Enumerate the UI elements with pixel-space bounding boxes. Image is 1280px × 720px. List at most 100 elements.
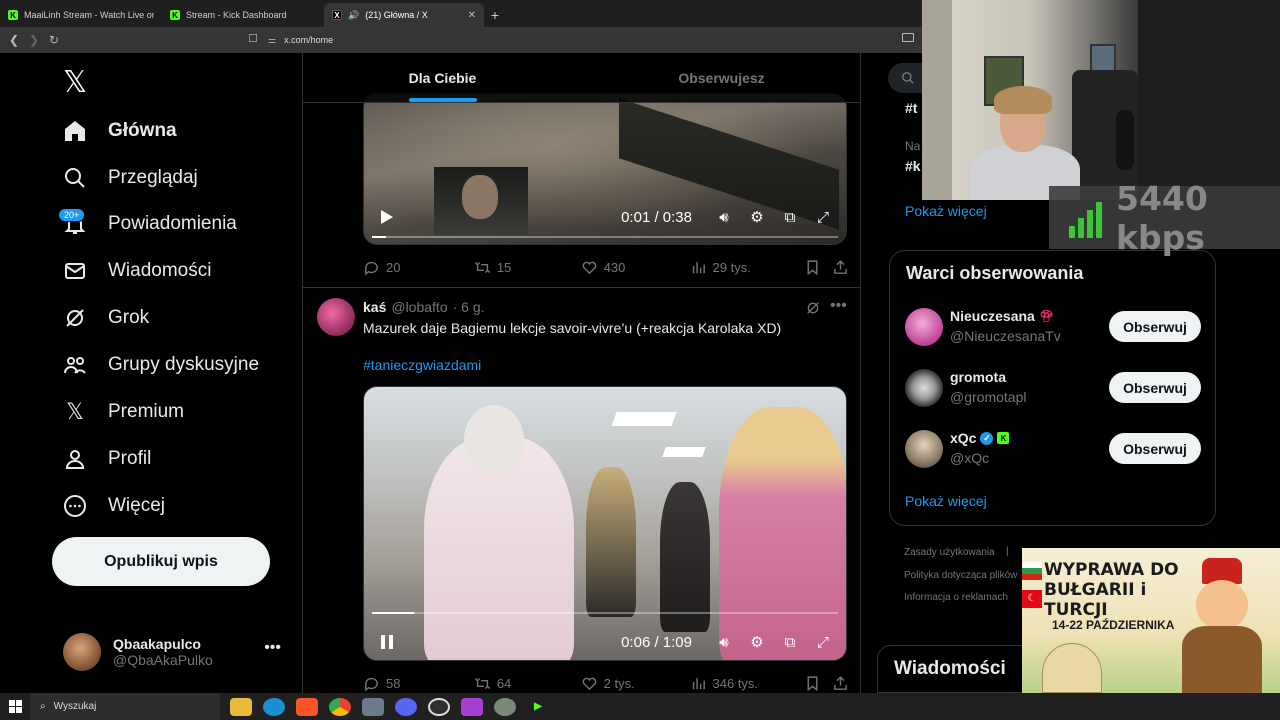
app-icon[interactable] (461, 697, 483, 716)
video-progress-bar[interactable] (372, 612, 838, 614)
nav-item-premium[interactable]: 𝕏 Premium (62, 394, 184, 430)
cast-icon[interactable] (902, 33, 914, 42)
reply-icon (365, 677, 378, 691)
follow-suggestion[interactable]: Nieuczesana 🍄︎ @NieuczesanaTv Obserwuj (905, 306, 1205, 348)
views-button[interactable]: 29 tys. (690, 259, 805, 276)
nav-item-messages[interactable]: Wiadomości (62, 253, 211, 289)
account-switcher[interactable]: Qbaakapulco @QbaAkaPulko ••• (63, 631, 293, 673)
video-time: 0:06 / 1:09 (621, 633, 692, 651)
post-time[interactable]: · 6 g. (453, 299, 485, 315)
avatar (905, 308, 943, 346)
back-button[interactable]: ❮ (4, 30, 24, 50)
close-icon[interactable]: ✕ (468, 10, 476, 21)
home-icon (62, 118, 88, 144)
share-button[interactable] (832, 259, 849, 276)
follow-button[interactable]: Obserwuj (1109, 433, 1201, 464)
nav-item-grok[interactable]: Grok (62, 300, 149, 336)
bookmark-icon[interactable]: ☐ (248, 32, 258, 45)
reload-button[interactable]: ↻ (44, 30, 64, 50)
mushroom-icon: 🍄︎ (1038, 309, 1055, 323)
bitrate-text: 5440 kbps (1116, 178, 1208, 257)
post-video[interactable]: 0:01 / 0:38 🔊︎ ⚙ ⧉ ⤢ (363, 93, 847, 245)
follow-show-more-link[interactable]: Pokaż więcej (905, 493, 987, 509)
more-icon[interactable]: ••• (264, 639, 281, 657)
footer-link[interactable]: Informacja o reklamach (904, 592, 1008, 603)
browser-tab-active[interactable]: X 🔊 (21) Główna / X ✕ (324, 3, 484, 27)
author-name[interactable]: kaś (363, 299, 386, 315)
door-frame (922, 0, 952, 200)
taskbar-search[interactable]: ⌕ Wyszukaj (30, 693, 220, 720)
edge-icon[interactable] (263, 697, 285, 716)
nav-label: Wiadomości (108, 260, 212, 281)
popout-icon[interactable]: ⧉ (779, 206, 801, 228)
nav-item-home[interactable]: Główna (62, 113, 177, 149)
popout-icon[interactable]: ⧉ (779, 631, 801, 653)
webcam-overlay (922, 0, 1138, 200)
nav-item-more[interactable]: Więcej (62, 488, 165, 524)
forward-button[interactable]: ❯ (24, 30, 44, 50)
video-time: 0:01 / 0:38 (621, 208, 692, 226)
new-tab-button[interactable]: + (484, 3, 506, 27)
app-icon[interactable] (494, 697, 516, 716)
reply-button[interactable]: 20 (363, 259, 474, 276)
nav-item-explore[interactable]: Przeglądaj (62, 160, 198, 196)
author-handle[interactable]: @lobafto (391, 299, 447, 315)
pause-icon[interactable] (376, 631, 398, 653)
like-button[interactable]: 430 (581, 259, 690, 276)
publish-post-button[interactable]: Opublikuj wpis (52, 537, 270, 586)
footer-link[interactable]: Zasady użytkowania (904, 547, 995, 558)
x-logo-icon[interactable]: 𝕏 (63, 65, 87, 100)
fullscreen-icon[interactable]: ⤢ (812, 206, 834, 228)
follow-button[interactable]: Obserwuj (1109, 311, 1201, 342)
browser-tab[interactable]: K Stream - Kick Dashboard (162, 3, 324, 27)
settings-gear-icon[interactable]: ⚙ (746, 631, 768, 653)
repost-button[interactable]: 15 (474, 259, 581, 276)
trend-item[interactable]: #t (905, 100, 917, 116)
app-icon[interactable] (362, 697, 384, 716)
reply-icon (365, 261, 378, 275)
tab-following[interactable]: Obserwujesz (582, 53, 860, 102)
repost-button[interactable]: 64 (474, 675, 581, 692)
trend-item[interactable]: #k (905, 158, 921, 174)
more-icon[interactable]: ••• (830, 297, 847, 315)
views-button[interactable]: 346 tys. (690, 675, 805, 692)
like-button[interactable]: 2 tys. (581, 675, 690, 692)
bookmark-button[interactable] (804, 259, 832, 276)
nav-item-communities[interactable]: Grupy dyskusyjne (62, 347, 259, 383)
follow-suggestion[interactable]: gromota @gromotapl Obserwuj (905, 367, 1205, 409)
nav-item-profile[interactable]: Profil (62, 441, 151, 477)
avatar[interactable] (317, 298, 355, 336)
site-settings-icon[interactable]: ⚌ (268, 35, 276, 46)
browser-tab[interactable]: K MaaiLinh Stream - Watch Live on (0, 3, 162, 27)
bell-icon: 20+ (58, 208, 88, 237)
feed-tabs: Dla Ciebie Obserwujesz (303, 53, 860, 103)
follow-button[interactable]: Obserwuj (1109, 372, 1201, 403)
trends-show-more-link[interactable]: Pokaż więcej (905, 203, 987, 219)
windows-start-icon[interactable] (0, 693, 30, 720)
file-explorer-icon[interactable] (230, 697, 252, 716)
chrome-icon[interactable] (329, 697, 351, 716)
hashtag-link[interactable]: #tanieczgwiazdami (363, 357, 481, 373)
share-button[interactable] (832, 675, 849, 692)
reply-button[interactable]: 58 (363, 675, 474, 692)
volume-icon[interactable]: 🔊︎ (713, 631, 735, 653)
bookmark-button[interactable] (804, 675, 832, 692)
windows-taskbar: ⌕ Wyszukaj ▶ (0, 693, 1280, 720)
video-progress-bar[interactable] (372, 236, 838, 238)
play-icon[interactable] (376, 206, 398, 228)
url-field[interactable]: ⚌ x.com/home (268, 31, 918, 49)
footer-link[interactable]: Polityka dotycząca plików (904, 570, 1017, 581)
discord-icon[interactable] (395, 697, 417, 716)
tab-for-you[interactable]: Dla Ciebie (303, 53, 582, 102)
post-video[interactable]: 0:06 / 1:09 🔊︎ ⚙ ⧉ ⤢ (363, 386, 847, 661)
mail-icon (62, 258, 88, 284)
kick-app-icon[interactable]: ▶ (527, 697, 549, 716)
follow-suggestion[interactable]: xQc ✓ K @xQc Obserwuj (905, 428, 1205, 470)
settings-gear-icon[interactable]: ⚙ (746, 206, 768, 228)
fullscreen-icon[interactable]: ⤢ (812, 631, 834, 653)
volume-icon[interactable]: 🔊︎ (713, 206, 735, 228)
obs-icon[interactable] (428, 697, 450, 716)
grok-icon[interactable] (805, 300, 821, 319)
nav-item-notifications[interactable]: 20+ Powiadomienia (58, 206, 237, 242)
brave-icon[interactable] (296, 697, 318, 716)
